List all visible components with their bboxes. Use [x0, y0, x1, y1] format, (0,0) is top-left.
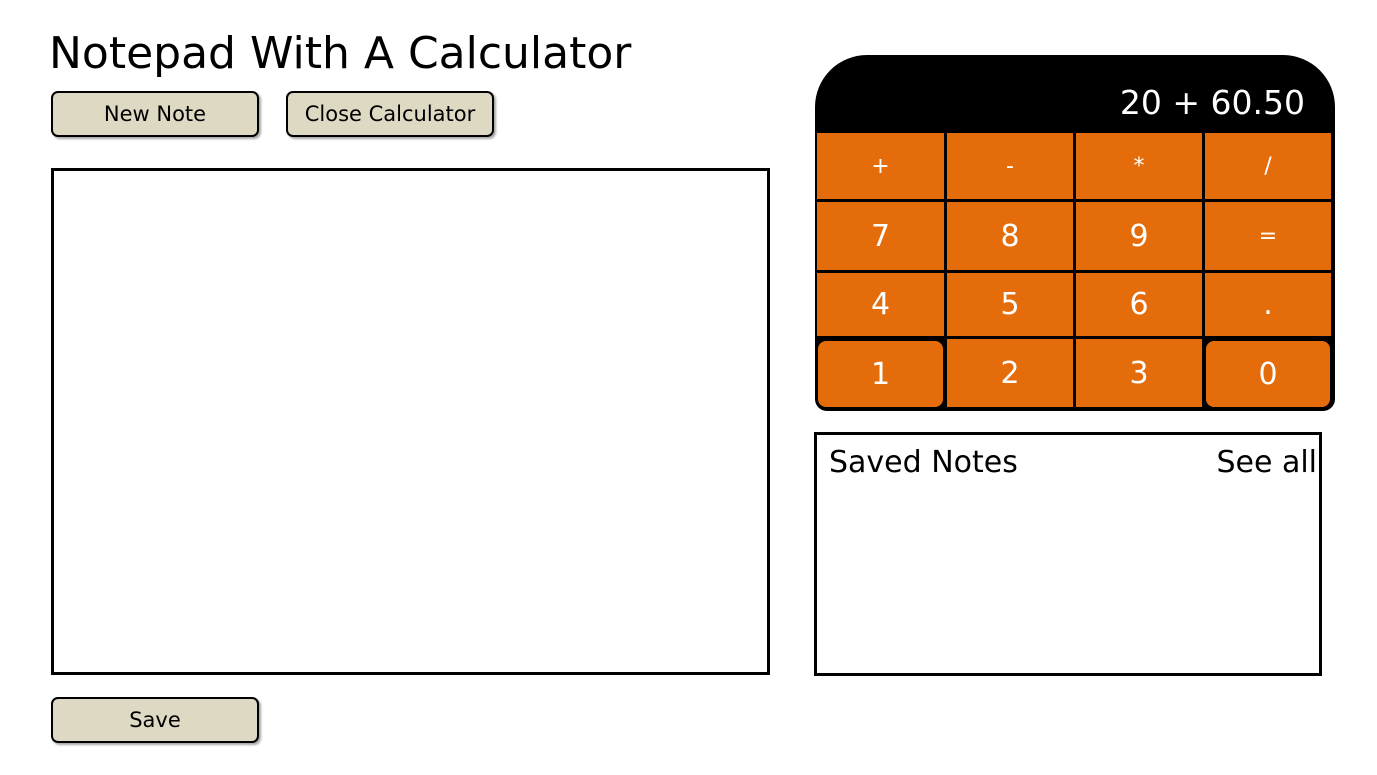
saved-notes-title: Saved Notes: [829, 445, 1018, 480]
calc-key-3[interactable]: 3: [1076, 339, 1202, 407]
close-calculator-button[interactable]: Close Calculator: [286, 91, 494, 137]
note-editor[interactable]: [51, 168, 770, 675]
calc-key-0[interactable]: 0: [1206, 341, 1330, 407]
see-all-link[interactable]: See all: [1216, 445, 1317, 480]
calc-key-minus[interactable]: -: [947, 133, 1073, 199]
calc-key-6[interactable]: 6: [1076, 273, 1202, 336]
calc-key-1[interactable]: 1: [818, 341, 943, 407]
new-note-button[interactable]: New Note: [51, 91, 259, 137]
calc-key-2[interactable]: 2: [947, 339, 1073, 407]
calc-key-multiply[interactable]: *: [1076, 133, 1202, 199]
calc-key-decimal[interactable]: .: [1205, 273, 1331, 336]
save-button[interactable]: Save: [51, 697, 259, 743]
calculator-display: 20 + 60.50: [1119, 83, 1305, 122]
calc-key-7[interactable]: 7: [817, 202, 944, 270]
calc-key-9[interactable]: 9: [1076, 202, 1202, 270]
calc-key-divide[interactable]: /: [1205, 133, 1331, 199]
calc-key-equals[interactable]: =: [1205, 202, 1331, 270]
calculator: 20 + 60.50 + - * / 7 8 9 = 4 5 6 . 1 2 3…: [815, 55, 1335, 411]
calc-key-plus[interactable]: +: [817, 133, 944, 199]
calc-key-8[interactable]: 8: [947, 202, 1073, 270]
page-title: Notepad With A Calculator: [49, 28, 632, 79]
calc-key-4[interactable]: 4: [817, 273, 944, 336]
saved-notes-panel: Saved Notes See all: [814, 432, 1322, 676]
calc-key-5[interactable]: 5: [947, 273, 1073, 336]
